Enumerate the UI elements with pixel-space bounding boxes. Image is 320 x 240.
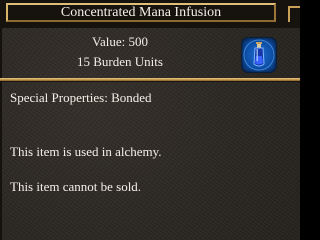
item-burden: 15 Burden Units: [77, 54, 163, 69]
close-button[interactable]: [286, 6, 300, 22]
item-info-panel: Concentrated Mana Infusion Value: 500 15…: [0, 0, 300, 240]
item-value: Value: 500: [92, 34, 148, 49]
title-bar: Concentrated Mana Infusion: [0, 0, 300, 28]
item-title: Concentrated Mana Infusion: [60, 5, 222, 20]
alchemy-note: This item is used in alchemy.: [10, 144, 162, 159]
mana-potion-icon: [242, 38, 276, 72]
header-divider-shadow: [0, 81, 300, 82]
potion-glyph: [243, 39, 275, 71]
sell-note: This item cannot be sold.: [10, 179, 142, 194]
special-properties: Special Properties: Bonded: [10, 90, 152, 105]
